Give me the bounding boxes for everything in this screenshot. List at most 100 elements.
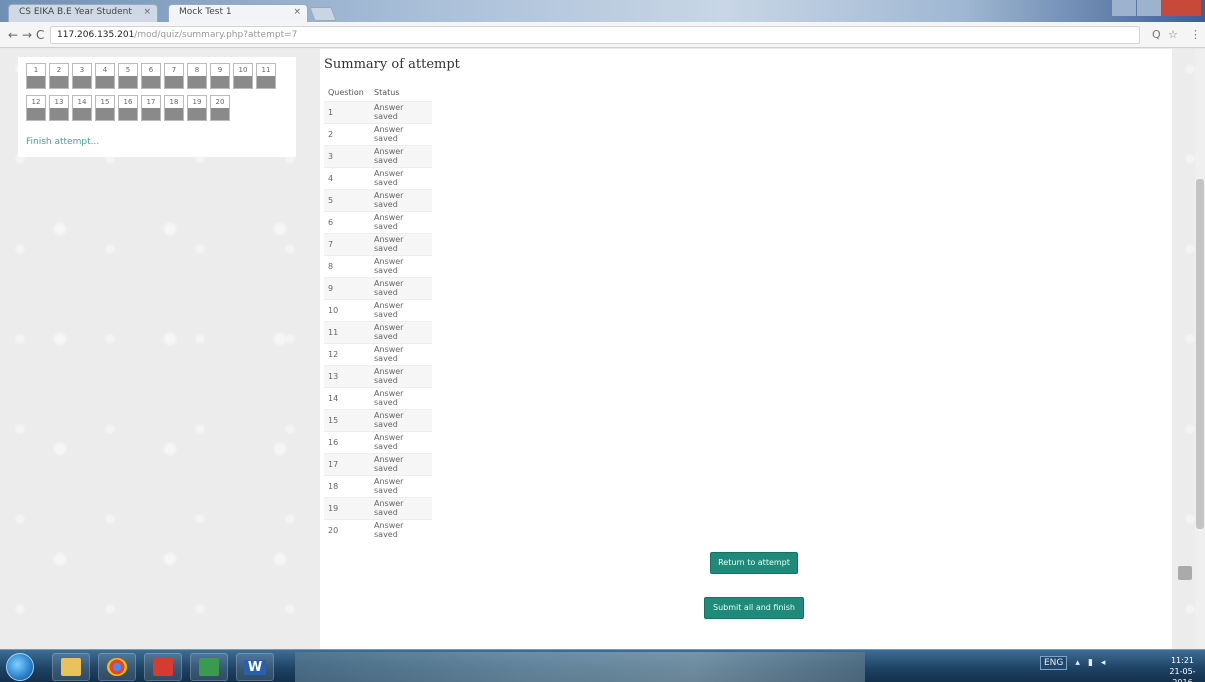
answered-indicator: [211, 108, 229, 120]
url-bar[interactable]: 117.206.135.201/mod/quiz/summary.php?att…: [50, 26, 1140, 44]
tab-label: Mock Test 1: [179, 7, 232, 17]
question-number: 13: [54, 98, 64, 106]
word-icon[interactable]: W: [236, 653, 274, 681]
new-tab-button[interactable]: [309, 7, 337, 21]
table-row: 16 Answer saved: [324, 430, 432, 453]
scrollbar-thumb[interactable]: [1196, 179, 1204, 529]
table-row: 13 Answer saved: [324, 364, 432, 387]
status-cell: Answer saved: [370, 232, 432, 255]
forward-icon[interactable]: →: [22, 28, 32, 42]
question-number: 3: [79, 66, 85, 74]
table-row: 2 Answer saved: [324, 122, 432, 145]
submit-all-button[interactable]: Submit all and finish: [704, 597, 804, 619]
question-button[interactable]: 3: [72, 63, 92, 89]
table-row: 10 Answer saved: [324, 298, 432, 321]
back-to-top-icon[interactable]: [1178, 566, 1192, 580]
finish-attempt-link[interactable]: Finish attempt...: [26, 137, 99, 147]
network-icon[interactable]: ▮: [1088, 658, 1093, 668]
status-cell: Answer saved: [370, 320, 432, 343]
question-number: 14: [77, 98, 87, 106]
browser-tab-2[interactable]: Mock Test 1 ×: [168, 4, 308, 22]
table-row: 12 Answer saved: [324, 342, 432, 365]
spreadsheet-icon[interactable]: [190, 653, 228, 681]
question-number-cell: 17: [324, 452, 370, 475]
language-indicator[interactable]: ENG: [1040, 656, 1068, 670]
answered-indicator: [50, 108, 68, 120]
question-button[interactable]: 20: [210, 95, 230, 121]
answered-indicator: [96, 108, 114, 120]
close-tab-icon[interactable]: ×: [293, 7, 301, 17]
window-controls: [1111, 0, 1202, 18]
star-icon[interactable]: ☆: [1168, 28, 1178, 41]
question-button[interactable]: 6: [141, 63, 161, 89]
quiz-navigation-panel: 1 2 3 4 5 6 7 8 9 10 11 12 13 14 15 16 17 18 19 20 Finish a…: [18, 57, 296, 157]
chrome-icon[interactable]: [98, 653, 136, 681]
question-button[interactable]: 5: [118, 63, 138, 89]
answered-indicator: [119, 108, 137, 120]
start-button[interactable]: [6, 653, 34, 681]
question-button[interactable]: 1: [26, 63, 46, 89]
vertical-scrollbar[interactable]: [1195, 49, 1205, 649]
question-button[interactable]: 17: [141, 95, 161, 121]
url-path: /mod/quiz/summary.php?attempt=7: [134, 30, 298, 40]
question-button[interactable]: 15: [95, 95, 115, 121]
question-button[interactable]: 18: [164, 95, 184, 121]
taskbar-clock[interactable]: 11:21 21-05-2016: [1160, 655, 1205, 682]
menu-icon[interactable]: ⋮: [1190, 28, 1201, 41]
browser-tab-1[interactable]: CS EIKA B.E Year Student ×: [8, 4, 158, 22]
zoom-icon[interactable]: Q: [1152, 28, 1161, 41]
question-button[interactable]: 11: [256, 63, 276, 89]
answered-indicator: [27, 76, 45, 88]
answered-indicator: [73, 76, 91, 88]
question-number: 7: [171, 66, 177, 74]
question-button[interactable]: 2: [49, 63, 69, 89]
clock-time: 11:21: [1170, 656, 1195, 665]
question-button[interactable]: 7: [164, 63, 184, 89]
question-button[interactable]: 12: [26, 95, 46, 121]
page-title: Summary of attempt: [324, 57, 460, 72]
table-row: 3 Answer saved: [324, 144, 432, 167]
back-icon[interactable]: ←: [8, 28, 18, 42]
question-button[interactable]: 8: [187, 63, 207, 89]
table-row: 1 Answer saved: [324, 100, 432, 123]
question-number-cell: 16: [324, 430, 370, 453]
close-tab-icon[interactable]: ×: [143, 7, 151, 17]
question-number-cell: 10: [324, 298, 370, 321]
question-number: 1: [33, 66, 39, 74]
question-button[interactable]: 10: [233, 63, 253, 89]
question-number-cell: 6: [324, 210, 370, 233]
volume-icon[interactable]: ◂: [1101, 658, 1106, 668]
table-row: 5 Answer saved: [324, 188, 432, 211]
status-cell: Answer saved: [370, 474, 432, 497]
pdf-reader-icon[interactable]: [144, 653, 182, 681]
return-to-attempt-button[interactable]: Return to attempt: [710, 552, 798, 574]
question-number: 16: [123, 98, 133, 106]
question-button[interactable]: 4: [95, 63, 115, 89]
question-button[interactable]: 14: [72, 95, 92, 121]
maximize-button[interactable]: [1137, 0, 1162, 16]
question-number-cell: 1: [324, 100, 370, 123]
question-button[interactable]: 13: [49, 95, 69, 121]
question-button[interactable]: 16: [118, 95, 138, 121]
close-window-button[interactable]: [1162, 0, 1202, 16]
summary-region: Summary of attempt Question Status 1 Answ…: [320, 49, 1172, 649]
url-host: 117.206.135.201: [57, 30, 135, 40]
minimize-button[interactable]: [1112, 0, 1137, 16]
active-window-thumbnail[interactable]: [295, 652, 865, 682]
question-number-cell: 11: [324, 320, 370, 343]
table-row: 19 Answer saved: [324, 496, 432, 519]
table-row: 9 Answer saved: [324, 276, 432, 299]
question-number-cell: 7: [324, 232, 370, 255]
question-number: 15: [100, 98, 110, 106]
question-button[interactable]: 9: [210, 63, 230, 89]
question-number: 9: [217, 66, 223, 74]
answered-indicator: [165, 108, 183, 120]
answered-indicator: [188, 108, 206, 120]
question-button[interactable]: 19: [187, 95, 207, 121]
reload-icon[interactable]: C: [36, 28, 44, 42]
address-toolbar: ← → C 117.206.135.201/mod/quiz/summary.p…: [0, 22, 1205, 48]
status-cell: Answer saved: [370, 276, 432, 299]
status-cell: Answer saved: [370, 122, 432, 145]
tray-chevron-icon[interactable]: ▴: [1075, 658, 1080, 668]
file-explorer-icon[interactable]: [52, 653, 90, 681]
